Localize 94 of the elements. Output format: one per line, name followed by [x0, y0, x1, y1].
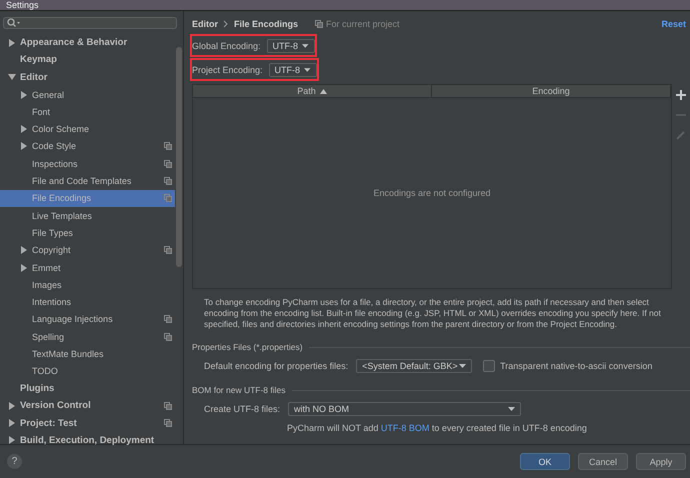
collapsed-arrow-icon[interactable]	[20, 246, 28, 254]
window-title: Settings	[6, 1, 39, 10]
tree-item[interactable]: Language Injections	[0, 310, 175, 328]
tree-item-label: TODO	[32, 366, 58, 376]
tree-item-label: Font	[32, 106, 50, 117]
dropdown-arrow-icon	[304, 68, 311, 72]
tree-item[interactable]: Build, Execution, Deployment	[0, 432, 175, 450]
tree-item-label: Emmet	[32, 262, 61, 272]
tree-item[interactable]: Inspections	[0, 155, 175, 172]
checkbox-label[interactable]: Transparent native-to-ascii conversion	[500, 361, 652, 371]
section-heading: Properties Files (*.properties)	[192, 342, 303, 352]
section-heading: BOM for new UTF-8 files	[192, 385, 286, 395]
collapsed-arrow-icon[interactable]	[8, 419, 16, 428]
field-label: Global Encoding:	[192, 40, 261, 50]
tree-item-label: Language Injections	[32, 314, 113, 324]
search-icon	[7, 18, 21, 28]
collapsed-arrow-icon[interactable]	[20, 125, 28, 134]
field-label: Create UTF-8 files:	[204, 404, 280, 414]
tree-item-label: Plugins	[20, 383, 54, 394]
tree-item[interactable]: TextMate Bundles	[0, 345, 175, 363]
tree-item-label: Color Scheme	[32, 124, 90, 134]
tree-item-label: Images	[32, 280, 62, 290]
encoding-dropdown[interactable]: UTF-8	[268, 62, 317, 76]
collapsed-arrow-icon[interactable]	[8, 38, 16, 47]
collapsed-arrow-icon[interactable]	[20, 142, 28, 150]
tree-item-label: File and Code Templates	[32, 176, 132, 186]
tree-item[interactable]: Project: Test	[0, 414, 175, 432]
field-label: Default encoding for properties files:	[204, 361, 348, 371]
tree-item[interactable]: Version Control	[0, 397, 175, 415]
tree-item-label: Appearance & Behavior	[20, 37, 128, 48]
expanded-arrow-icon[interactable]	[8, 73, 16, 82]
dropdown-arrow-icon	[302, 44, 309, 48]
collapsed-arrow-icon[interactable]	[20, 90, 28, 99]
tree-item-label: TextMate Bundles	[32, 348, 104, 359]
tree-item[interactable]: Font	[0, 103, 175, 120]
tree-item[interactable]: Appearance & Behavior	[0, 34, 175, 52]
scope-note: For current project	[326, 19, 400, 29]
tree-item-label: Build, Execution, Deployment	[20, 434, 154, 446]
tree-item[interactable]: Spelling	[0, 328, 175, 346]
tree-item[interactable]: Live Templates	[0, 206, 175, 224]
tree-item-label: Spelling	[32, 332, 64, 342]
tree-item-label: Copyright	[32, 245, 71, 256]
bom-link[interactable]: UTF-8 BOM	[380, 423, 430, 433]
tree-item[interactable]: Color Scheme	[0, 120, 175, 138]
tree-item[interactable]: Copyright	[0, 242, 175, 259]
collapsed-arrow-icon[interactable]	[8, 402, 16, 410]
tree-item-label: Keymap	[20, 54, 57, 66]
tree-item-label: Code Style	[32, 141, 76, 152]
tree-item-label: Version Control	[20, 400, 91, 412]
tree-item[interactable]: Intentions	[0, 293, 175, 311]
tree-item[interactable]: File and Code Templates	[0, 172, 175, 190]
dialog-button[interactable]: Apply	[636, 453, 686, 470]
column-header[interactable]: Path	[193, 85, 432, 97]
help-button[interactable]: ?	[7, 454, 22, 469]
checkbox[interactable]	[483, 360, 496, 372]
tree-item[interactable]: Editor	[0, 68, 175, 86]
tree-item-label: File Encodings	[32, 193, 92, 204]
dialog-button[interactable]: Cancel	[578, 453, 628, 470]
add-icon[interactable]	[676, 90, 686, 100]
tree-item[interactable]: Code Style	[0, 138, 175, 156]
reset-link[interactable]: Reset	[661, 19, 686, 29]
dropdown-arrow-icon	[459, 364, 466, 368]
encoding-dropdown[interactable]: UTF-8	[266, 38, 315, 52]
encoding-dropdown[interactable]: <System Default: GBK>	[356, 359, 472, 373]
tree-item[interactable]: General	[0, 86, 175, 104]
tree-item[interactable]: TODO	[0, 362, 175, 380]
description-text: To change encoding PyCharm uses for a file, a directory, or the entire project, add its path if necessary and then select encoding from the encoding list. Built-in file encoding (e.g. JSP, HTML or XML) overrides encoding you specify here. If not specified, files and directories inherit encoding settings from the parent directory or from the Project Encoding.	[204, 297, 662, 330]
tree-item[interactable]: Images	[0, 276, 175, 294]
copy-icon	[315, 20, 324, 28]
tree-item-label: Inspections	[32, 158, 78, 169]
tree-item[interactable]: Keymap	[0, 51, 175, 69]
field-label: Project Encoding:	[192, 64, 263, 74]
chevron-icon	[223, 20, 229, 28]
collapsed-arrow-icon[interactable]	[8, 436, 16, 444]
tree-item[interactable]: File Types	[0, 224, 175, 242]
bom-dropdown[interactable]: with NO BOM	[288, 402, 522, 416]
tree-item-label: Project: Test	[20, 418, 77, 429]
tree-item-label: Intentions	[32, 297, 72, 308]
dropdown-arrow-icon	[508, 407, 516, 411]
tree-item[interactable]: Emmet	[0, 258, 175, 276]
collapsed-arrow-icon[interactable]	[20, 264, 28, 272]
empty-message: Encodings are not configured	[373, 188, 491, 198]
breadcrumb-current: File Encodings	[234, 19, 298, 29]
search-field[interactable]	[3, 17, 177, 29]
bom-note: PyCharm will NOT add UTF-8 BOM to every created file in UTF-8 encoding	[287, 423, 588, 433]
tree-item[interactable]: Plugins	[0, 380, 175, 398]
tree-item-label: General	[32, 90, 64, 100]
tree-item-label: File Types	[32, 228, 73, 238]
scrollbar[interactable]	[176, 47, 182, 267]
tree-item-label: Editor	[20, 72, 48, 83]
ok-button[interactable]: OK	[520, 453, 570, 470]
breadcrumb-parent[interactable]: Editor	[192, 19, 218, 29]
tree-item-label: Live Templates	[32, 210, 92, 221]
column-header[interactable]: Encoding	[432, 85, 671, 97]
